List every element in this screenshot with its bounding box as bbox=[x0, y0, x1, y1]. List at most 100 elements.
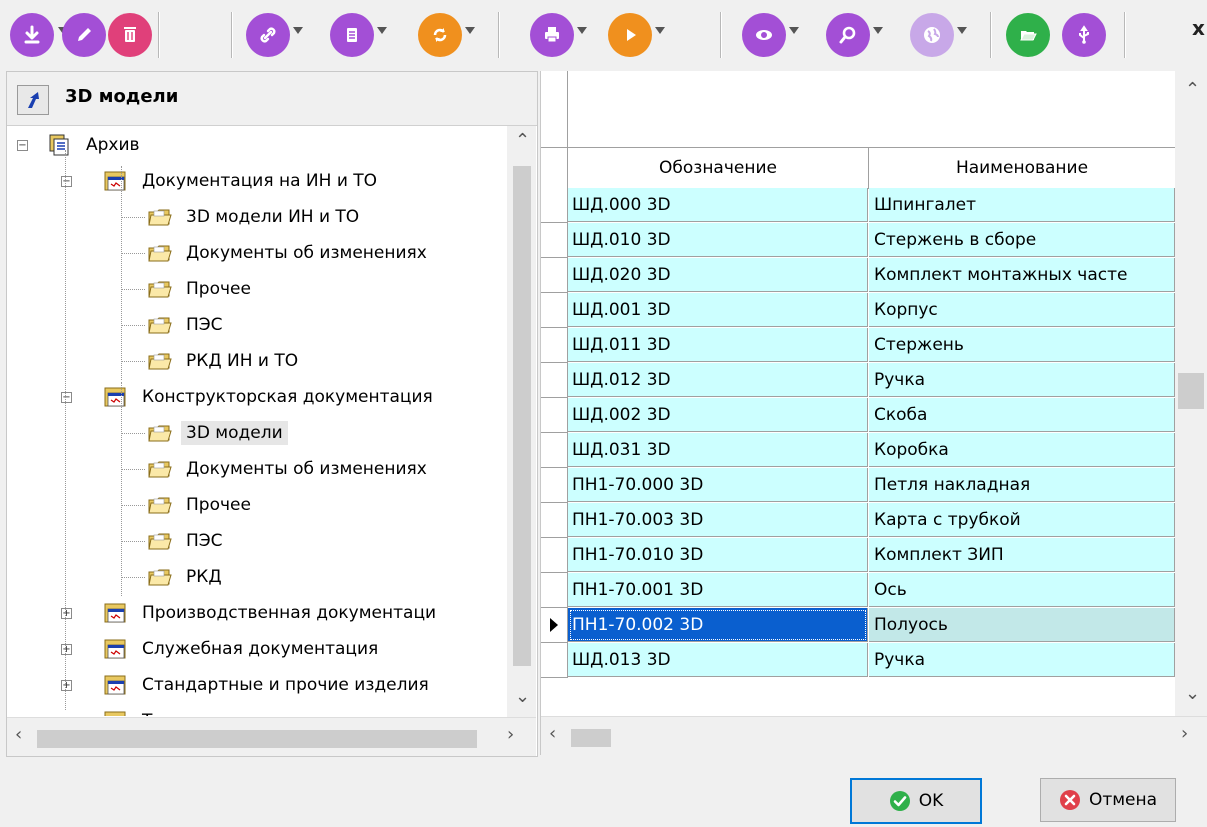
cell-designation[interactable]: ШД.010 3D bbox=[568, 223, 868, 257]
open-folder-button[interactable] bbox=[1006, 13, 1050, 57]
tree-item[interactable]: РКД ИН и ТО bbox=[147, 346, 303, 376]
grid-horizontal-scrollbar[interactable]: ‹ › bbox=[541, 716, 1207, 755]
table-row[interactable]: ШД.012 3D Ручка bbox=[541, 363, 1175, 398]
row-indicator[interactable] bbox=[541, 328, 568, 363]
row-indicator[interactable] bbox=[541, 608, 568, 643]
tree-item[interactable]: Прочее bbox=[147, 274, 256, 304]
expand-icon[interactable]: + bbox=[61, 680, 72, 691]
collapse-icon[interactable]: − bbox=[61, 176, 72, 187]
cell-designation[interactable]: ШД.012 3D bbox=[568, 363, 868, 397]
table-row[interactable]: ШД.020 3D Комплект монтажных часте bbox=[541, 258, 1175, 293]
tree-item[interactable]: Служебная документация bbox=[103, 634, 383, 664]
cell-name[interactable]: Полуось bbox=[869, 608, 1175, 642]
row-indicator[interactable] bbox=[541, 468, 568, 503]
row-indicator[interactable] bbox=[541, 538, 568, 573]
row-indicator[interactable] bbox=[541, 223, 568, 258]
cell-name[interactable]: Комплект монтажных часте bbox=[869, 258, 1175, 292]
row-indicator[interactable] bbox=[541, 503, 568, 538]
table-row[interactable]: ШД.013 3D Ручка bbox=[541, 643, 1175, 678]
dropdown-arrow-icon[interactable] bbox=[655, 27, 665, 34]
table-row[interactable]: ШД.010 3D Стержень в сборе bbox=[541, 223, 1175, 258]
table-row[interactable]: ПН1-70.001 3D Ось bbox=[541, 573, 1175, 608]
row-indicator[interactable] bbox=[541, 643, 568, 678]
scroll-up-arrow[interactable]: ⌃ bbox=[515, 130, 530, 151]
scroll-thumb[interactable] bbox=[513, 166, 531, 666]
table-row[interactable]: ШД.000 3D Шпингалет bbox=[541, 188, 1175, 223]
view-button[interactable] bbox=[742, 13, 786, 57]
tree-item[interactable]: Прочее bbox=[147, 490, 256, 520]
table-row[interactable]: ШД.031 3D Коробка bbox=[541, 433, 1175, 468]
tree-item[interactable]: РКД bbox=[147, 562, 227, 592]
print-button[interactable] bbox=[530, 13, 574, 57]
tree-item[interactable]: Архив bbox=[47, 130, 145, 160]
table-row[interactable]: ПН1-70.002 3D Полуось bbox=[541, 608, 1175, 643]
cell-designation[interactable]: ШД.031 3D bbox=[568, 433, 868, 467]
scroll-left-arrow[interactable]: ‹ bbox=[549, 723, 556, 744]
table-row[interactable]: ШД.011 3D Стержень bbox=[541, 328, 1175, 363]
row-indicator[interactable] bbox=[541, 573, 568, 608]
tree-item[interactable]: ПЭС bbox=[147, 310, 228, 340]
table-row[interactable]: ШД.002 3D Скоба bbox=[541, 398, 1175, 433]
cell-designation[interactable]: ШД.020 3D bbox=[568, 258, 868, 292]
scroll-down-arrow[interactable]: ⌄ bbox=[515, 686, 530, 707]
collapse-icon[interactable]: − bbox=[17, 140, 28, 151]
dropdown-arrow-icon[interactable] bbox=[873, 27, 883, 34]
cell-designation[interactable]: ПН1-70.000 3D bbox=[568, 468, 868, 502]
cell-name[interactable]: Шпингалет bbox=[869, 188, 1175, 222]
row-indicator[interactable] bbox=[541, 293, 568, 328]
table-row[interactable]: ПН1-70.010 3D Комплект ЗИП bbox=[541, 538, 1175, 573]
dropdown-arrow-icon[interactable] bbox=[577, 27, 587, 34]
scroll-down-arrow[interactable]: ⌄ bbox=[1185, 683, 1200, 704]
tree-item[interactable]: Т bbox=[103, 706, 157, 716]
dropdown-arrow-icon[interactable] bbox=[789, 27, 799, 34]
tree-item[interactable]: ПЭС bbox=[147, 526, 228, 556]
table-row[interactable]: ШД.001 3D Корпус bbox=[541, 293, 1175, 328]
column-header-designation[interactable]: Обозначение bbox=[568, 147, 869, 189]
tree-horizontal-scrollbar[interactable]: ‹ › bbox=[7, 717, 536, 756]
cell-designation[interactable]: ШД.011 3D bbox=[568, 328, 868, 362]
cell-name[interactable]: Скоба bbox=[869, 398, 1175, 432]
dropdown-arrow-icon[interactable] bbox=[377, 27, 387, 34]
grid-vertical-scrollbar[interactable]: ⌃ ⌄ bbox=[1175, 71, 1207, 716]
tree-item[interactable]: Документы об изменениях bbox=[147, 238, 432, 268]
row-indicator[interactable] bbox=[541, 433, 568, 468]
cell-designation[interactable]: ПН1-70.001 3D bbox=[568, 573, 868, 607]
folder-tree[interactable]: − Архив − Документация на ИН и ТО 3D модели … bbox=[7, 126, 507, 716]
ok-button[interactable]: OK bbox=[850, 778, 982, 824]
expand-icon[interactable]: + bbox=[61, 608, 72, 619]
table-row[interactable]: ПН1-70.003 3D Карта с трубкой bbox=[541, 503, 1175, 538]
column-header-name[interactable]: Наименование bbox=[869, 147, 1175, 189]
scroll-thumb[interactable] bbox=[37, 730, 477, 748]
cell-designation[interactable]: ШД.002 3D bbox=[568, 398, 868, 432]
cell-name[interactable]: Ручка bbox=[869, 643, 1175, 677]
scroll-thumb[interactable] bbox=[1178, 373, 1204, 409]
cell-name[interactable]: Карта с трубкой bbox=[869, 503, 1175, 537]
row-indicator[interactable] bbox=[541, 363, 568, 398]
scroll-right-arrow[interactable]: › bbox=[507, 724, 514, 745]
tree-vertical-scrollbar[interactable]: ⌃ ⌄ bbox=[507, 126, 536, 717]
row-indicator[interactable] bbox=[541, 398, 568, 433]
cell-name[interactable]: Стержень в сборе bbox=[869, 223, 1175, 257]
tree-item[interactable]: Документы об изменениях bbox=[147, 454, 432, 484]
cancel-button[interactable]: Отмена bbox=[1040, 778, 1176, 822]
download-button[interactable] bbox=[10, 13, 54, 57]
cell-name[interactable]: Корпус bbox=[869, 293, 1175, 327]
table-row[interactable]: ПН1-70.000 3D Петля накладная bbox=[541, 468, 1175, 503]
close-button[interactable]: x bbox=[1192, 16, 1205, 40]
search-button[interactable] bbox=[826, 13, 870, 57]
cell-designation[interactable]: ПН1-70.003 3D bbox=[568, 503, 868, 537]
link-button[interactable] bbox=[246, 13, 290, 57]
usb-button[interactable] bbox=[1062, 13, 1106, 57]
row-indicator[interactable] bbox=[541, 258, 568, 293]
tree-item[interactable]: Конструкторская документация bbox=[103, 382, 438, 412]
cell-name[interactable]: Коробка bbox=[869, 433, 1175, 467]
row-indicator[interactable] bbox=[541, 188, 568, 223]
cell-name[interactable]: Петля накладная bbox=[869, 468, 1175, 502]
dropdown-arrow-icon[interactable] bbox=[465, 27, 475, 34]
cell-name[interactable]: Ось bbox=[869, 573, 1175, 607]
cell-name[interactable]: Комплект ЗИП bbox=[869, 538, 1175, 572]
globe-button[interactable] bbox=[910, 13, 954, 57]
cell-designation[interactable]: ШД.013 3D bbox=[568, 643, 868, 677]
scroll-thumb[interactable] bbox=[571, 729, 611, 747]
tree-item[interactable]: Документация на ИН и ТО bbox=[103, 166, 382, 196]
